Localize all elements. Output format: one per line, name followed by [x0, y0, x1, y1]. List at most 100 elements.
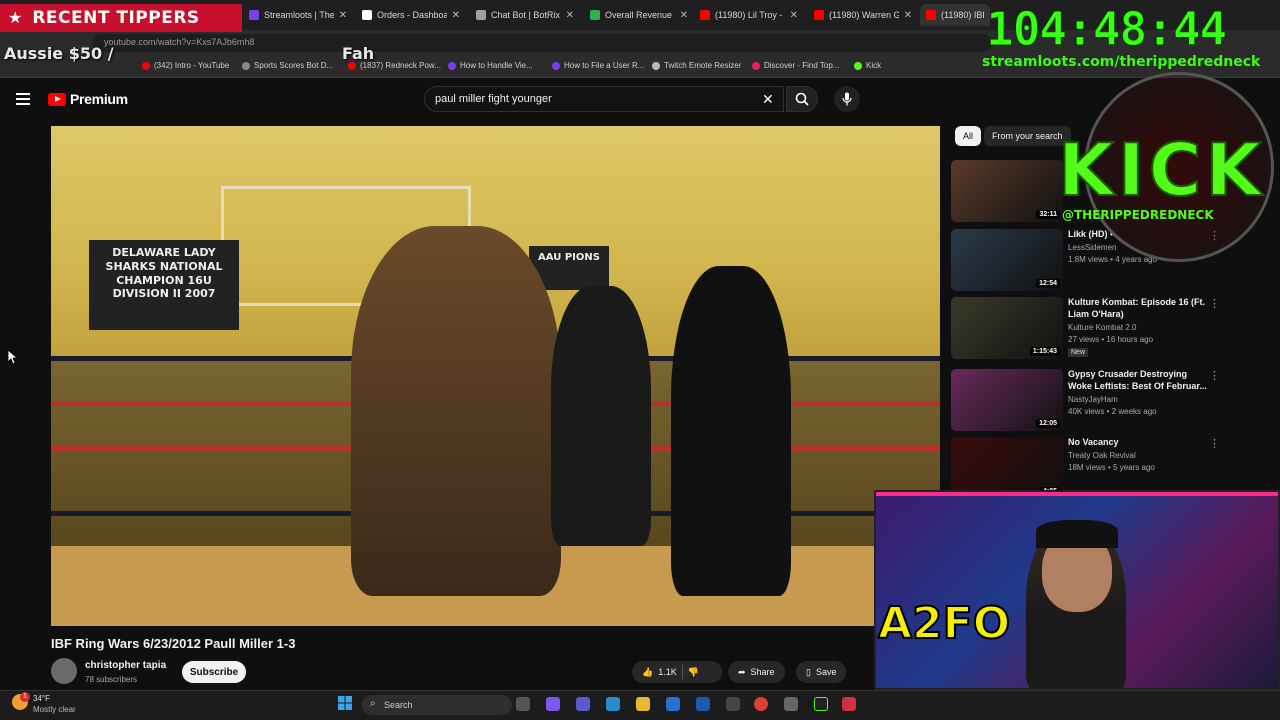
bookmark-item[interactable]: How to Handle Vie...	[448, 61, 533, 70]
video-thumbnail[interactable]: 32:11	[951, 160, 1063, 222]
close-tab-icon[interactable]: ✕	[339, 10, 347, 21]
video-thumbnail[interactable]: 12:05	[951, 369, 1063, 431]
bookmark-item[interactable]: (342) Intro - YouTube	[142, 61, 229, 70]
browser-tab[interactable]: (11980) IBF Ri	[920, 4, 990, 26]
close-tab-icon[interactable]: ✕	[904, 10, 912, 21]
browser-tab[interactable]: Orders - Dashboard ✕	[356, 4, 466, 26]
recommended-video-title[interactable]: Kulture Kombat: Episode 16 (Ft. Liam O'H…	[1068, 297, 1208, 320]
bookmark-item[interactable]: Sports Scores Bot D...	[242, 61, 333, 70]
save-label: Save	[815, 667, 837, 677]
video-duration: 1:15:43	[1029, 347, 1060, 356]
share-icon: ➦	[738, 666, 746, 677]
bookmark-item[interactable]: Discover - Find Top...	[752, 61, 839, 70]
store-icon[interactable]	[666, 697, 680, 711]
voice-search-button[interactable]	[834, 86, 860, 112]
recommended-meta: 18M views • 5 years ago	[1068, 463, 1155, 472]
stream-timer: 104:48:44	[985, 2, 1227, 57]
search-input[interactable]: paul miller fight younger	[424, 86, 784, 112]
close-tab-icon[interactable]: ✕	[452, 10, 460, 21]
more-options-icon[interactable]: ⋮	[1209, 297, 1220, 310]
weather-temperature: 34°F	[33, 694, 50, 703]
bookmark-label: How to File a User R...	[564, 61, 645, 70]
recommended-video-title[interactable]: Gypsy Crusader Destroying Woke Leftists:…	[1068, 369, 1208, 392]
bookmark-item[interactable]: How to File a User R...	[552, 61, 644, 70]
tab-title: (11980) Warren G	[829, 10, 899, 20]
youtube-logo[interactable]: Premium	[48, 91, 128, 107]
file-explorer-icon[interactable]	[636, 697, 650, 711]
bookmark-favicon-icon	[552, 61, 560, 70]
obs-icon[interactable]	[726, 697, 740, 711]
channel-avatar[interactable]	[51, 658, 77, 684]
outlook-icon[interactable]	[696, 697, 710, 711]
channel-name[interactable]: christopher tapia	[85, 660, 166, 671]
video-thumbnail[interactable]: 1:15:43	[951, 297, 1063, 359]
share-label: Share	[750, 667, 775, 677]
address-bar[interactable]: youtube.com/watch?v=Kxs7AJb6mh8	[92, 34, 992, 52]
bookmark-item[interactable]: Twitch Emote Resizer	[652, 61, 741, 70]
recommended-meta: 40K views • 2 weeks ago	[1068, 407, 1157, 416]
video-thumbnail[interactable]: 12:54	[951, 229, 1063, 291]
browser-tab[interactable]: (11980) Warren G ✕	[808, 4, 918, 26]
weather-description: Mostly clear	[33, 705, 76, 714]
taskbar-search[interactable]: Search	[362, 695, 512, 715]
windows-start-icon[interactable]	[338, 696, 352, 710]
share-button[interactable]: ➦ Share	[728, 661, 785, 683]
browser-tab[interactable]: Overall Revenue - ✕	[584, 4, 694, 26]
browser-tab[interactable]: (11980) Lil Troy - V ✕	[694, 4, 804, 26]
like-count: 1.1K	[658, 667, 677, 677]
microphone-icon	[842, 92, 852, 106]
edge-icon[interactable]	[606, 697, 620, 711]
app-icon[interactable]	[784, 697, 798, 711]
bookmark-icon: ▯	[806, 666, 811, 677]
subscribe-button[interactable]: Subscribe	[182, 661, 246, 683]
neon-sign: A2FO	[877, 597, 1011, 650]
task-view-icon[interactable]	[516, 697, 530, 711]
close-tab-icon[interactable]: ✕	[566, 10, 574, 21]
search-button[interactable]	[786, 86, 818, 112]
thumbs-down-icon: 👎	[687, 666, 699, 677]
bookmark-item[interactable]: Kick	[854, 61, 881, 70]
video-duration: 12:54	[1036, 279, 1060, 288]
bookmark-label: Sports Scores Bot D...	[254, 61, 334, 70]
tipper-ticker: Aussie $50 /	[4, 44, 114, 63]
clear-search-icon[interactable]: ✕	[762, 91, 774, 108]
browser-tab[interactable]: Streamloots | The ✕	[243, 4, 353, 26]
like-dislike-group: 👍 1.1K 👎	[632, 661, 722, 683]
more-options-icon[interactable]: ⋮	[1209, 369, 1220, 382]
dislike-button[interactable]: 👎	[688, 667, 699, 678]
hamburger-menu-icon[interactable]	[16, 90, 34, 108]
app-icon[interactable]	[842, 697, 856, 711]
referee	[551, 286, 651, 546]
browser-tab[interactable]: Chat Bot | BotRix - ✕	[470, 4, 580, 26]
new-badge: New	[1068, 348, 1089, 357]
kick-app-icon[interactable]	[814, 697, 828, 711]
chrome-icon[interactable]	[754, 697, 768, 711]
recommended-meta: 1.8M views • 4 years ago	[1068, 255, 1158, 264]
filter-chip[interactable]: All	[955, 126, 982, 146]
bookmark-favicon-icon	[752, 61, 760, 70]
streamer-cap	[1036, 520, 1118, 548]
recommended-channel[interactable]: Treaty Oak Revival	[1068, 451, 1136, 460]
recommended-video[interactable]: 1:15:43 Kulture Kombat: Episode 16 (Ft. L…	[951, 297, 1251, 359]
tab-favicon-icon	[362, 10, 372, 20]
recommended-channel[interactable]: Kulture Kombat 2.0	[1068, 323, 1136, 332]
tab-title: (11980) IBF Ri	[941, 10, 984, 20]
kick-handle: @THERIPPEDREDNECK	[1062, 208, 1214, 222]
teams-icon[interactable]	[576, 697, 590, 711]
video-player[interactable]: DELAWARE LADY SHARKS NATIONAL CHAMPION 1…	[51, 126, 940, 626]
recommended-channel[interactable]: LessSidemen	[1068, 243, 1116, 252]
like-button[interactable]: 👍 1.1K	[642, 667, 677, 678]
close-tab-icon[interactable]: ✕	[680, 10, 688, 21]
tab-title: Chat Bot | BotRix -	[491, 10, 561, 20]
tipper-ticker-2: Fah	[342, 44, 375, 63]
youtube-play-icon	[48, 92, 66, 106]
save-button[interactable]: ▯ Save	[796, 661, 847, 683]
copilot-icon[interactable]	[546, 697, 560, 711]
search-icon: ⌕	[370, 698, 376, 709]
close-tab-icon[interactable]: ✕	[790, 10, 798, 21]
recommended-video[interactable]: 12:05 Gypsy Crusader Destroying Woke Left…	[951, 369, 1251, 431]
tab-favicon-icon	[814, 10, 824, 20]
recommended-channel[interactable]: NastyJayHam	[1068, 395, 1118, 404]
more-options-icon[interactable]: ⋮	[1209, 437, 1220, 450]
recommended-video-title[interactable]: No Vacancy	[1068, 437, 1208, 449]
